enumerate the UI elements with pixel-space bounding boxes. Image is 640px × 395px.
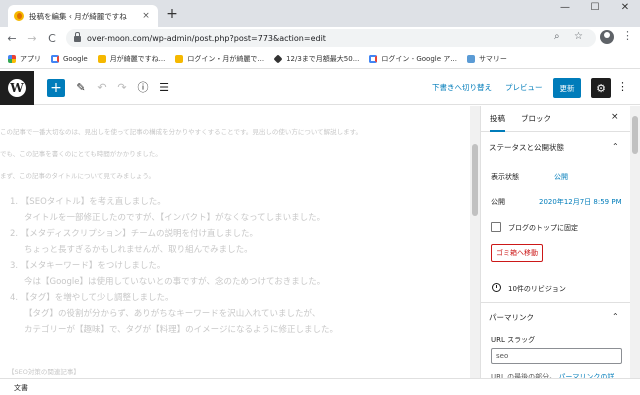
wordpress-logo-button[interactable]: W bbox=[0, 71, 34, 105]
move-to-trash-button[interactable]: ゴミ箱へ移動 bbox=[491, 244, 543, 262]
new-tab-button[interactable]: + bbox=[164, 6, 180, 22]
diamond-icon bbox=[273, 53, 283, 64]
bookmark-login[interactable]: ログイン・月が綺麗で... bbox=[175, 54, 264, 64]
url-slug-input[interactable]: seo bbox=[491, 348, 622, 364]
moon-favicon-icon bbox=[14, 11, 24, 21]
browser-menu-icon[interactable]: ⋮ bbox=[622, 29, 633, 42]
list-item-note[interactable]: カテゴリーが【趣味】で、タグが【料理】のイメージになるように修正しました。 bbox=[10, 322, 450, 338]
bookmark-google[interactable]: Google bbox=[51, 54, 88, 63]
list-item[interactable]: 1. 【SEOタイトル】を考え直しました。 bbox=[10, 194, 450, 210]
visibility-value-link[interactable]: 公開 bbox=[554, 172, 568, 182]
preview-button[interactable]: プレビュー bbox=[505, 82, 543, 93]
bookmark-google-login[interactable]: ログイン - Google ア... bbox=[369, 54, 457, 64]
cloud-icon bbox=[466, 54, 475, 63]
add-block-button[interactable]: + bbox=[47, 79, 65, 97]
maximize-button[interactable]: ☐ bbox=[580, 2, 610, 13]
list-item-note[interactable]: 今は【Google】は使用していないとの事ですが、念のためつけておきました。 bbox=[10, 274, 450, 290]
undo-icon[interactable]: ↶ bbox=[93, 79, 111, 97]
browser-tab[interactable]: 投稿を編集 ‹ 月が綺麗ですね × bbox=[8, 5, 158, 27]
profile-avatar[interactable] bbox=[600, 30, 614, 44]
more-options-icon[interactable]: ⋮ bbox=[617, 80, 628, 93]
tab-close-icon[interactable]: × bbox=[140, 11, 152, 21]
sidebar-tabs: 投稿 ブロック × bbox=[481, 106, 630, 132]
chevron-up-icon[interactable]: ⌃ bbox=[612, 312, 619, 321]
lock-icon bbox=[74, 32, 81, 42]
moon-icon bbox=[97, 54, 106, 63]
status-panel-toggle[interactable]: ステータスと公開状態 bbox=[489, 142, 564, 153]
back-button[interactable]: ← bbox=[4, 32, 20, 45]
close-window-button[interactable]: ✕ bbox=[610, 2, 640, 13]
sidebar-scroll-thumb[interactable] bbox=[632, 116, 638, 154]
content-scrollbar[interactable] bbox=[470, 106, 480, 378]
url-text: over-moon.com/wp-admin/post.php?post=773… bbox=[87, 33, 326, 43]
content-scroll-thumb[interactable] bbox=[472, 144, 478, 216]
moon-icon bbox=[175, 54, 184, 63]
tools-pen-icon[interactable]: ✎ bbox=[72, 79, 90, 97]
tab-block[interactable]: ブロック bbox=[521, 113, 551, 124]
settings-gear-icon[interactable]: ⚙ bbox=[591, 78, 611, 98]
list-item-note[interactable]: タイトルを一部修正したのですが、【インパクト】がなくなってしまいました。 bbox=[10, 210, 450, 226]
tab-post[interactable]: 投稿 bbox=[490, 113, 505, 132]
bookmark-star-icon[interactable]: ☆ bbox=[574, 31, 583, 42]
sidebar-lower: 10件のリビジョン パーマリンク ⌃ URL スラッグ seo URL の最後の… bbox=[480, 271, 631, 381]
sidebar-close-icon[interactable]: × bbox=[611, 112, 619, 122]
publish-label: 公開 bbox=[491, 198, 505, 206]
faded-paragraph[interactable]: 【SEO対策の関連記事】 bbox=[8, 368, 80, 377]
address-bar[interactable]: over-moon.com/wp-admin/post.php?post=773… bbox=[66, 29, 596, 47]
google-icon bbox=[369, 54, 378, 63]
permalink-panel-toggle[interactable]: パーマリンク bbox=[489, 312, 534, 323]
revisions-icon bbox=[492, 283, 501, 292]
bookmark-promo[interactable]: 12/3まで月額最大50... bbox=[273, 53, 359, 64]
update-button[interactable]: 更新 bbox=[553, 78, 581, 98]
search-icon[interactable]: ⌕ bbox=[554, 31, 560, 42]
bookmark-site[interactable]: 月が綺麗ですね... bbox=[97, 54, 165, 64]
list-item[interactable]: 2. 【メタディスクリプション】チームの説明を付け直しました。 bbox=[10, 226, 450, 242]
bookmark-apps[interactable]: アプリ bbox=[8, 54, 41, 64]
switch-to-draft-button[interactable]: 下書きへ切り替え bbox=[432, 82, 492, 93]
wordpress-icon: W bbox=[8, 79, 26, 97]
editor-header: W + ✎ ↶ ↷ ⓘ ☰ 下書きへ切り替え プレビュー 更新 ⚙ ⋮ bbox=[0, 71, 640, 105]
outline-icon[interactable]: ☰ bbox=[155, 79, 173, 97]
google-icon bbox=[51, 54, 59, 63]
info-icon[interactable]: ⓘ bbox=[134, 79, 152, 97]
redo-icon[interactable]: ↷ bbox=[113, 79, 131, 97]
visibility-label: 表示状態 bbox=[491, 173, 519, 181]
reload-button[interactable]: C bbox=[44, 32, 60, 45]
chevron-up-icon[interactable]: ⌃ bbox=[612, 142, 619, 151]
list-item[interactable]: 3. 【メタキーワード】をつけしました。 bbox=[10, 258, 450, 274]
breadcrumb-document[interactable]: 文書 bbox=[14, 383, 28, 393]
faded-paragraph[interactable]: まず、この記事のタイトルについて見てみましょう。 bbox=[0, 172, 155, 181]
editor-footer: 文書 bbox=[0, 378, 640, 395]
url-slug-label: URL スラッグ bbox=[491, 336, 536, 344]
revision-list[interactable]: 1. 【SEOタイトル】を考え直しました。 タイトルを一部修正したのですが、【イ… bbox=[10, 194, 450, 338]
sticky-label: ブログのトップに固定 bbox=[508, 224, 578, 232]
browser-toolbar: ← → C over-moon.com/wp-admin/post.php?po… bbox=[0, 27, 640, 49]
browser-tab-strip: 投稿を編集 ‹ 月が綺麗ですね × + — ☐ ✕ bbox=[0, 0, 640, 27]
publish-date-link[interactable]: 2020年12月7日 8:59 PM bbox=[539, 197, 622, 207]
faded-paragraph[interactable]: でも、この記事を書くのにとても時間がかかりました。 bbox=[0, 150, 162, 159]
apps-icon bbox=[8, 54, 16, 63]
minimize-button[interactable]: — bbox=[550, 2, 580, 13]
sticky-checkbox[interactable] bbox=[491, 222, 501, 232]
bookmarks-bar: アプリ Google 月が綺麗ですね... ログイン・月が綺麗で... 12/3… bbox=[0, 49, 640, 69]
list-item-note[interactable]: 【タグ】の役割が分からず、ありがちなキーワードを沢山入れていましたが、 bbox=[10, 306, 450, 322]
list-item[interactable]: 4. 【タグ】を増やして少し調整しました。 bbox=[10, 290, 450, 306]
divider bbox=[481, 302, 631, 303]
bookmark-summary[interactable]: サマリー bbox=[466, 54, 507, 64]
tab-title: 投稿を編集 ‹ 月が綺麗ですね bbox=[29, 11, 127, 21]
editor-content[interactable]: この記事で一番大切なのは、見出しを使って記事の構成を分かりやすくすることです。見… bbox=[0, 106, 470, 378]
revisions-link[interactable]: 10件のリビジョン bbox=[508, 284, 566, 294]
forward-button[interactable]: → bbox=[24, 32, 40, 45]
list-item-note[interactable]: ちょっと長すぎるかもしれませんが、取り組んでみました。 bbox=[10, 242, 450, 258]
sidebar-scrollbar[interactable] bbox=[630, 106, 640, 378]
faded-paragraph[interactable]: この記事で一番大切なのは、見出しを使って記事の構成を分かりやすくすることです。見… bbox=[0, 128, 362, 137]
